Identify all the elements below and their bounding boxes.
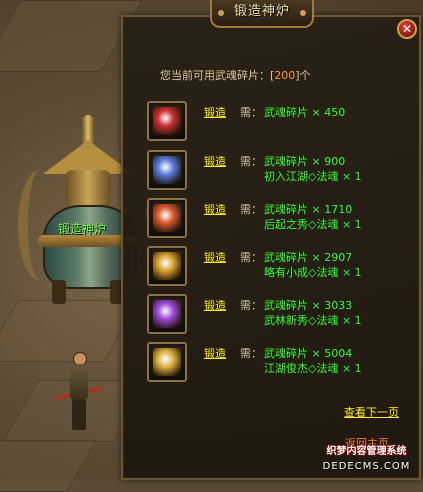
fragments-bracket-close: ]个 [295, 69, 311, 82]
watermark-line2: DEDECMS.COM [322, 461, 411, 472]
forge-item-row: 锻造 需： 武魂碎片 × 450 [147, 101, 407, 147]
watermark-line1: 织梦内容管理系统 [326, 446, 407, 457]
requirement-fragments: 武魂碎片 × 5004 [264, 347, 353, 360]
cauldron-leg [52, 280, 66, 304]
forge-button[interactable]: 锻造 [204, 249, 226, 265]
title-knob [300, 10, 306, 16]
requirement-soul: 略有小成◇法魂 × 1 [264, 266, 362, 279]
site-watermark: 织梦内容管理系统 DEDECMS.COM [314, 444, 419, 476]
dagger-icon [153, 107, 181, 135]
item-slot[interactable] [147, 342, 187, 382]
floor-tile [0, 440, 98, 492]
forge-button[interactable]: 锻造 [204, 104, 226, 120]
fragments-label: 您当前可用武魂碎片： [160, 69, 270, 82]
forge-button[interactable]: 锻造 [204, 297, 226, 313]
fragments-available: 您当前可用武魂碎片：[200]个 [160, 67, 311, 83]
item-slot[interactable] [147, 101, 187, 141]
close-button[interactable]: ✕ [397, 19, 417, 39]
need-label: 需： [240, 347, 262, 360]
swirl-emblem-icon [153, 252, 181, 280]
forge-item-row: 锻造 需： 武魂碎片 × 3033 武林新秀◇法魂 × 1 [147, 294, 407, 340]
cauldron-roof [43, 140, 133, 174]
need-label: 需： [240, 299, 262, 312]
dialog-title: 锻造神炉 [233, 4, 290, 19]
forge-item-row: 锻造 需： 武魂碎片 × 1710 后起之秀◇法魂 × 1 [147, 198, 407, 244]
character-body [70, 364, 88, 400]
dragon-orb-icon [153, 348, 181, 376]
forge-button[interactable]: 锻造 [204, 153, 226, 169]
requirement-fragments: 武魂碎片 × 2907 [264, 251, 353, 264]
need-label: 需： [240, 155, 262, 168]
requirement-soul: 武林新秀◇法魂 × 1 [264, 314, 362, 327]
cauldron-label[interactable]: 锻造神炉 [58, 220, 106, 237]
forge-button[interactable]: 锻造 [204, 201, 226, 217]
item-slot[interactable] [147, 198, 187, 238]
faded-header-strip [140, 32, 395, 46]
need-label: 需： [240, 106, 262, 119]
requirement-fragments: 武魂碎片 × 450 [264, 106, 346, 119]
forge-item-row: 锻造 需： 武魂碎片 × 2907 略有小成◇法魂 × 1 [147, 246, 407, 292]
need-label: 需： [240, 203, 262, 216]
dialog-title-plate: 锻造神炉 [210, 0, 314, 28]
shield-crest-icon [153, 156, 181, 184]
violet-orb-icon [153, 300, 181, 328]
rune-diamond-icon [153, 204, 181, 232]
character-legs [72, 400, 86, 430]
requirement-fragments: 武魂碎片 × 900 [264, 155, 346, 168]
next-page-link[interactable]: 查看下一页 [344, 404, 399, 420]
requirement-soul: 初入江湖◇法魂 × 1 [264, 170, 362, 183]
player-character[interactable] [54, 352, 102, 432]
item-slot[interactable] [147, 246, 187, 286]
forge-item-row: 锻造 需： 武魂碎片 × 5004 江湖俊杰◇法魂 × 1 [147, 342, 407, 388]
forge-button[interactable]: 锻造 [204, 345, 226, 361]
requirement-soul: 后起之秀◇法魂 × 1 [264, 218, 362, 231]
cauldron-neck [66, 170, 110, 210]
requirement-fragments: 武魂碎片 × 1710 [264, 203, 353, 216]
requirement-fragments: 武魂碎片 × 3033 [264, 299, 353, 312]
need-label: 需： [240, 251, 262, 264]
item-slot[interactable] [147, 294, 187, 334]
title-knob [218, 10, 224, 16]
forge-item-row: 锻造 需： 武魂碎片 × 900 初入江湖◇法魂 × 1 [147, 150, 407, 196]
requirement-soul: 江湖俊杰◇法魂 × 1 [264, 362, 362, 375]
item-slot[interactable] [147, 150, 187, 190]
fragments-count: 200 [274, 69, 296, 82]
